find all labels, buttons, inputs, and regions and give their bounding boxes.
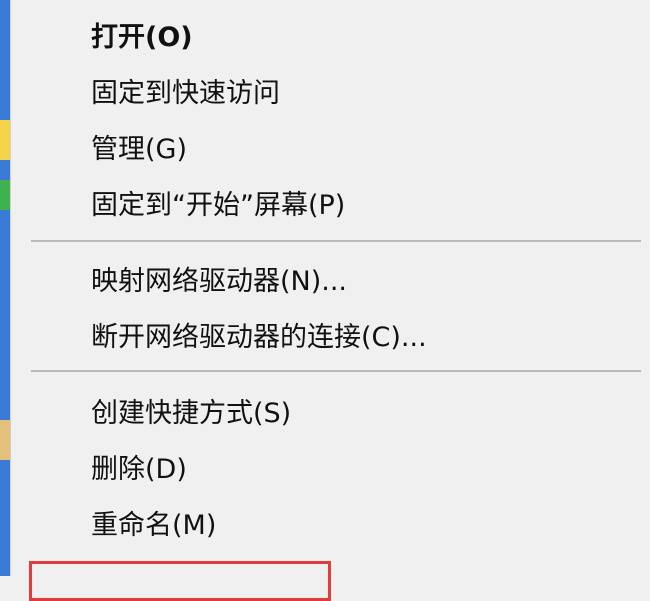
- menu-item-create-shortcut[interactable]: 创建快捷方式(S): [11, 384, 650, 436]
- menu-item-label: 打开(O): [91, 21, 193, 53]
- menu-item-pin-start[interactable]: 固定到“开始”屏幕(P): [11, 176, 650, 228]
- menu-item-label: 固定到快速访问: [91, 77, 280, 109]
- menu-item-manage[interactable]: 管理(G): [11, 120, 650, 172]
- menu-item-label: 重命名(M): [91, 509, 217, 541]
- desktop-icon-fragment: [0, 420, 10, 460]
- menu-item-open[interactable]: 打开(O): [11, 8, 650, 60]
- annotation-highlight-box: [29, 561, 331, 601]
- menu-item-label: 断开网络驱动器的连接(C)...: [91, 321, 427, 353]
- desktop-icon-fragment: [0, 180, 10, 210]
- menu-item-disconnect-network-drive[interactable]: 断开网络驱动器的连接(C)...: [11, 308, 650, 360]
- desktop-icon-fragment: [0, 120, 10, 160]
- menu-item-delete[interactable]: 删除(D): [11, 440, 650, 492]
- menu-item-label: 创建快捷方式(S): [91, 397, 292, 429]
- menu-item-label: 删除(D): [91, 453, 187, 485]
- context-menu: 打开(O) 固定到快速访问 管理(G) 固定到“开始”屏幕(P) 映射网络驱动器…: [10, 0, 650, 601]
- menu-separator: [31, 370, 641, 372]
- desktop-background-strip: [0, 0, 10, 576]
- menu-item-label: 映射网络驱动器(N)...: [91, 265, 348, 297]
- menu-item-map-network-drive[interactable]: 映射网络驱动器(N)...: [11, 252, 650, 304]
- menu-separator: [31, 240, 641, 242]
- menu-item-label: 固定到“开始”屏幕(P): [91, 189, 346, 221]
- menu-item-pin-quick-access[interactable]: 固定到快速访问: [11, 64, 650, 116]
- menu-item-rename[interactable]: 重命名(M): [11, 496, 650, 548]
- menu-item-label: 管理(G): [91, 133, 187, 165]
